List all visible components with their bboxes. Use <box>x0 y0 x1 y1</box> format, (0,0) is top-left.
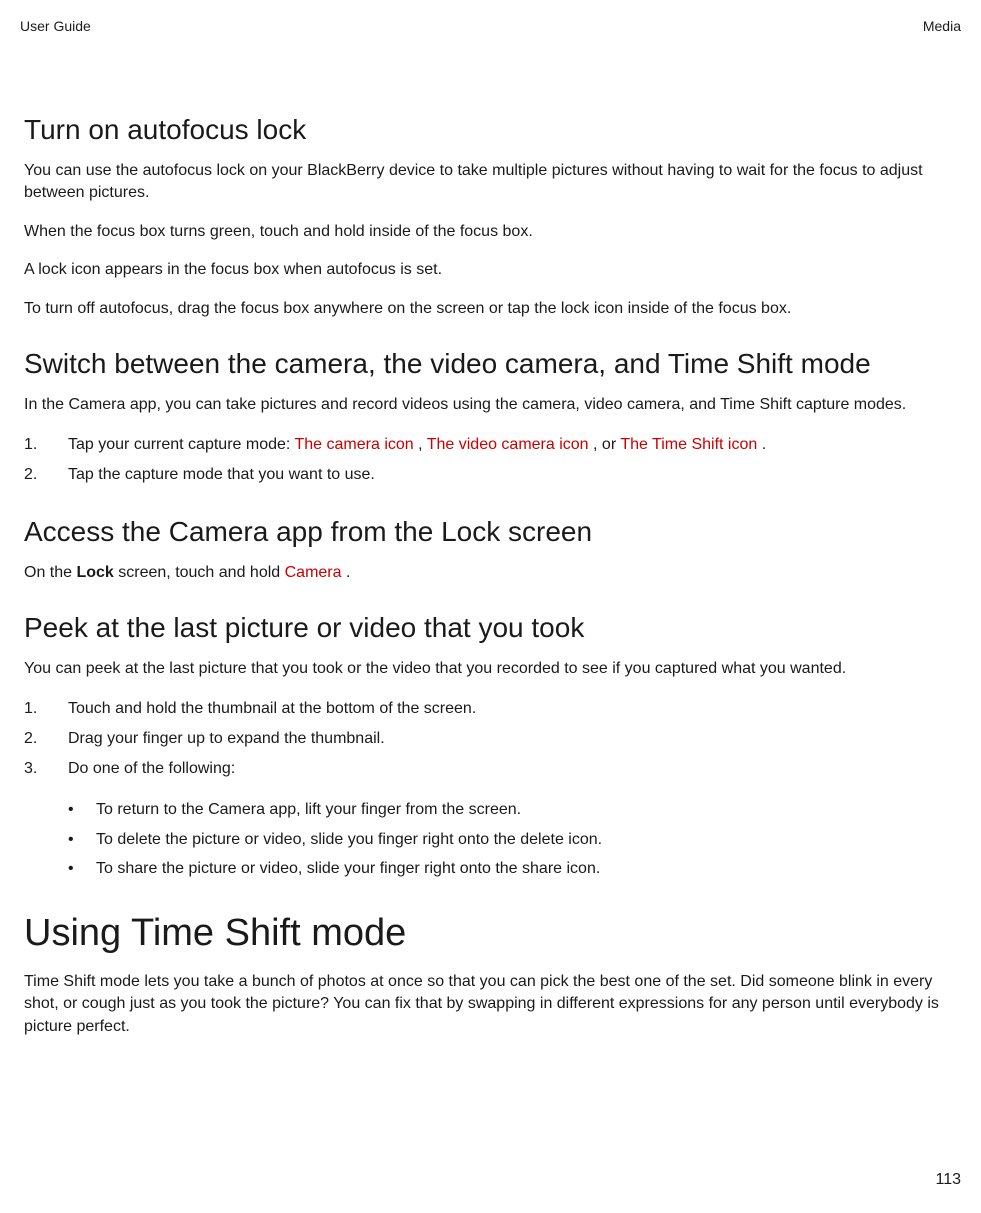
list-text: , or <box>593 436 620 453</box>
heading-time-shift-mode: Using Time Shift mode <box>24 912 957 955</box>
list-item: To share the picture or video, slide you… <box>68 856 957 882</box>
list-item: Drag your finger up to expand the thumbn… <box>24 726 957 752</box>
paragraph-text: Time Shift mode lets you take a bunch of… <box>24 971 957 1038</box>
paragraph-text: On the Lock screen, touch and hold Camer… <box>24 562 957 584</box>
paragraph-text: You can use the autofocus lock on your B… <box>24 160 957 205</box>
list-item: To return to the Camera app, lift your f… <box>68 797 957 823</box>
video-camera-icon-ref: The video camera icon <box>427 436 593 453</box>
page-header: User Guide Media <box>20 18 961 34</box>
text-span: On the <box>24 564 76 581</box>
paragraph-text: When the focus box turns green, touch an… <box>24 221 957 243</box>
paragraph-text: To turn off autofocus, drag the focus bo… <box>24 298 957 320</box>
list-item: Tap the capture mode that you want to us… <box>24 462 957 488</box>
ordered-list: Tap your current capture mode: The camer… <box>24 432 957 487</box>
header-right: Media <box>923 18 961 34</box>
paragraph-text: A lock icon appears in the focus box whe… <box>24 259 957 281</box>
bullet-list: To return to the Camera app, lift your f… <box>68 797 957 882</box>
list-item: To delete the picture or video, slide yo… <box>68 827 957 853</box>
paragraph-text: In the Camera app, you can take pictures… <box>24 394 957 416</box>
list-item: Do one of the following: <box>24 756 957 782</box>
text-span: . <box>346 564 350 581</box>
list-item: Touch and hold the thumbnail at the bott… <box>24 696 957 722</box>
ordered-list: Touch and hold the thumbnail at the bott… <box>24 696 957 781</box>
heading-access-camera-lock: Access the Camera app from the Lock scre… <box>24 516 957 548</box>
time-shift-icon-ref: The Time Shift icon <box>620 436 761 453</box>
heading-autofocus-lock: Turn on autofocus lock <box>24 114 957 146</box>
header-left: User Guide <box>20 18 91 34</box>
heading-switch-mode: Switch between the camera, the video cam… <box>24 348 957 380</box>
list-text: , <box>418 436 427 453</box>
list-item: Tap your current capture mode: The camer… <box>24 432 957 458</box>
paragraph-text: You can peek at the last picture that yo… <box>24 658 957 680</box>
page-number: 113 <box>935 1171 961 1189</box>
lock-label: Lock <box>76 564 113 581</box>
camera-icon-ref: The camera icon <box>295 436 419 453</box>
text-span: screen, touch and hold <box>114 564 285 581</box>
page-content: Turn on autofocus lock You can use the a… <box>20 114 961 1038</box>
camera-ref: Camera <box>285 564 346 581</box>
list-text: . <box>762 436 766 453</box>
heading-peek-last: Peek at the last picture or video that y… <box>24 612 957 644</box>
list-text: Tap your current capture mode: <box>68 436 295 453</box>
